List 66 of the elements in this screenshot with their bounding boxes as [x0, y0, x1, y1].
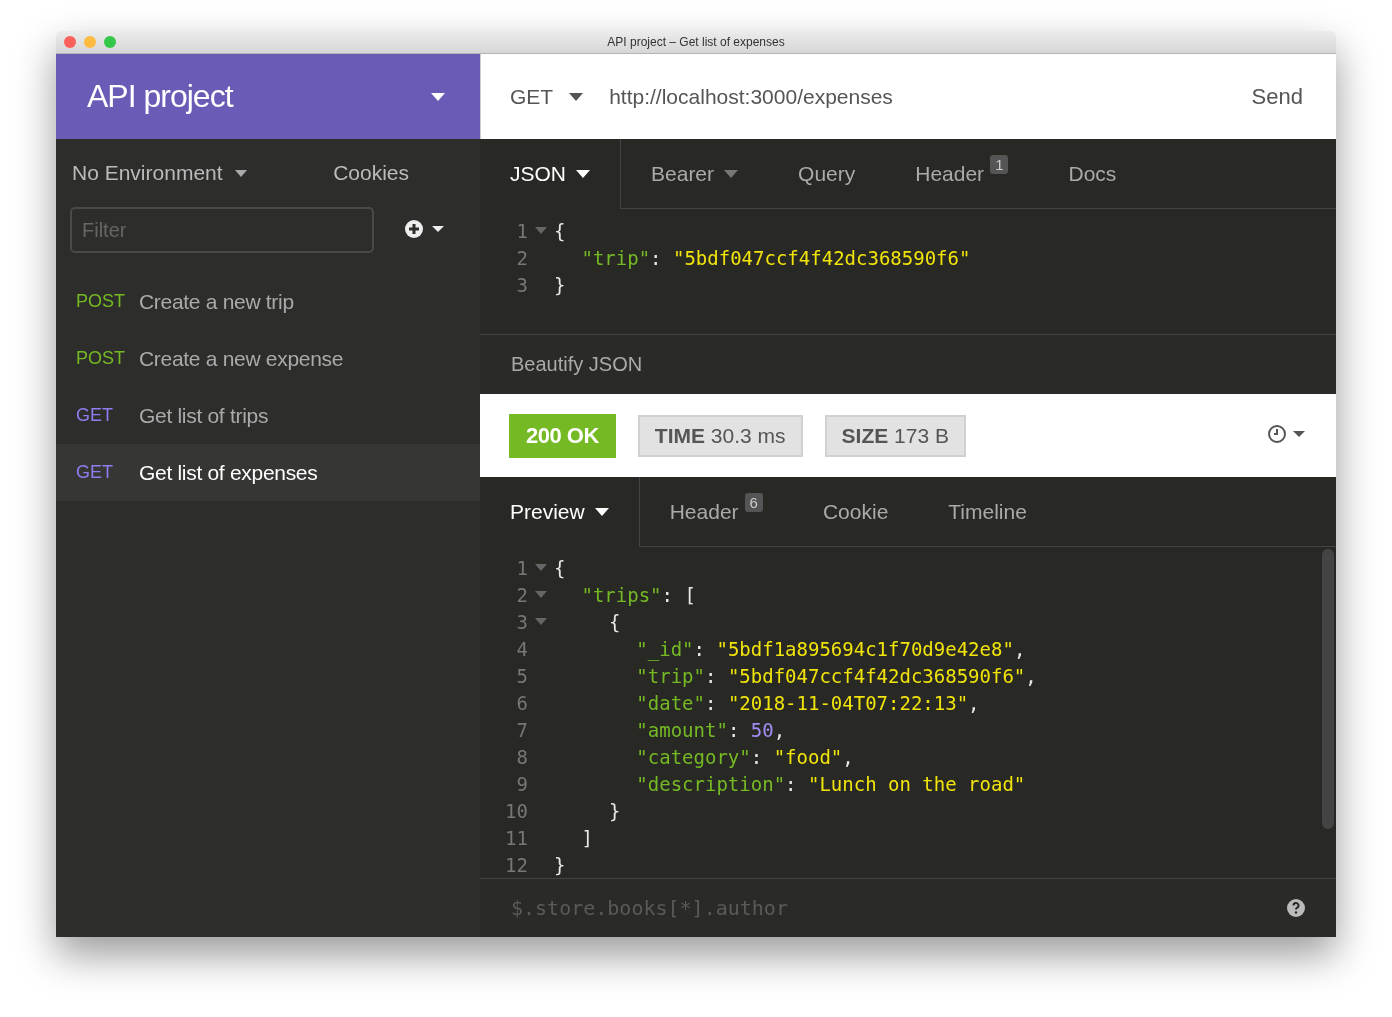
line-number: 4	[515, 637, 528, 660]
line-number: 5	[515, 664, 528, 687]
code-line: "trips": [	[581, 583, 696, 606]
response-tab[interactable]: Header 6	[639, 477, 793, 547]
environment-dropdown[interactable]: No Environment	[72, 161, 247, 185]
code-line: }	[554, 853, 566, 876]
code-line: ]	[581, 826, 593, 849]
zoom-button[interactable]	[104, 36, 116, 48]
request-tab[interactable]: Bearer	[621, 139, 769, 209]
send-button[interactable]: Send	[1251, 83, 1303, 110]
line-number: 3	[515, 610, 528, 633]
request-tab[interactable]: JSON	[480, 139, 621, 209]
fold-arrow-icon[interactable]	[535, 591, 547, 598]
beautify-button[interactable]: Beautify JSON	[511, 353, 643, 376]
window-title: API project – Get list of expenses	[607, 35, 785, 49]
request-tab[interactable]: Query	[768, 139, 886, 209]
cookies-button[interactable]: Cookies	[333, 161, 409, 185]
time-badge: TIME 30.3 ms	[637, 414, 803, 457]
code-line: {	[608, 610, 621, 633]
request-tab[interactable]: Header 1	[885, 139, 1039, 209]
response-tab[interactable]: Cookie	[792, 477, 919, 547]
scrollbar[interactable]	[1322, 549, 1334, 829]
line-number: 2	[515, 246, 528, 269]
fold-arrow-icon[interactable]	[535, 227, 547, 234]
line-number: 6	[515, 691, 528, 714]
response-tab[interactable]: Timeline	[918, 477, 1057, 547]
request-item[interactable]: GET Get list of expenses	[56, 444, 480, 501]
request-item[interactable]: POST Create a new trip	[56, 273, 480, 330]
code-line: "category": "food",	[636, 745, 854, 768]
method-dropdown[interactable]: GET	[510, 84, 584, 109]
line-number: 8	[515, 745, 528, 768]
line-number: 1	[515, 556, 528, 579]
code-line: "date": "2018-11-04T07:22:13",	[636, 691, 980, 714]
caret-icon	[430, 91, 446, 102]
workspace-header[interactable]: API project	[56, 54, 480, 139]
size-badge: SIZE 173 B	[824, 414, 966, 457]
workspace-name: API project	[87, 78, 233, 115]
fold-arrow-icon[interactable]	[535, 618, 547, 625]
line-number: 12	[504, 853, 528, 876]
caret-icon	[234, 169, 247, 177]
request-item[interactable]: GET Get list of trips	[56, 387, 480, 444]
line-number: 10	[504, 799, 528, 822]
code-line: "description": "Lunch on the road"	[636, 772, 1026, 795]
code-line: }	[608, 799, 621, 822]
code-line: {	[554, 219, 566, 242]
request-item[interactable]: POST Create a new expense	[56, 330, 480, 387]
code-line: "_id": "5bdf1a895694c1f70d9e42e8",	[636, 637, 1026, 660]
line-number: 1	[515, 219, 528, 242]
line-number: 2	[515, 583, 528, 606]
request-tab[interactable]: Docs	[1038, 139, 1147, 209]
code-line: }	[554, 273, 566, 296]
filter-field[interactable]: Filter	[70, 207, 374, 253]
line-number: 9	[515, 772, 528, 795]
line-number: 11	[504, 826, 528, 849]
caret-icon	[569, 92, 584, 101]
help-icon[interactable]	[1286, 898, 1306, 918]
line-number: 7	[515, 718, 528, 741]
line-number: 3	[515, 273, 528, 296]
code-line: "trip": "5bdf047ccf4f42dc368590f6"	[581, 246, 971, 269]
code-line: {	[554, 556, 566, 579]
fold-arrow-icon[interactable]	[535, 564, 547, 571]
code-line: "amount": 50,	[636, 718, 786, 741]
code-line: "trip": "5bdf047ccf4f42dc368590f6",	[636, 664, 1037, 687]
status-badge: 200 OK	[509, 413, 616, 458]
close-button[interactable]	[64, 36, 76, 48]
response-tab[interactable]: Preview	[480, 477, 640, 547]
